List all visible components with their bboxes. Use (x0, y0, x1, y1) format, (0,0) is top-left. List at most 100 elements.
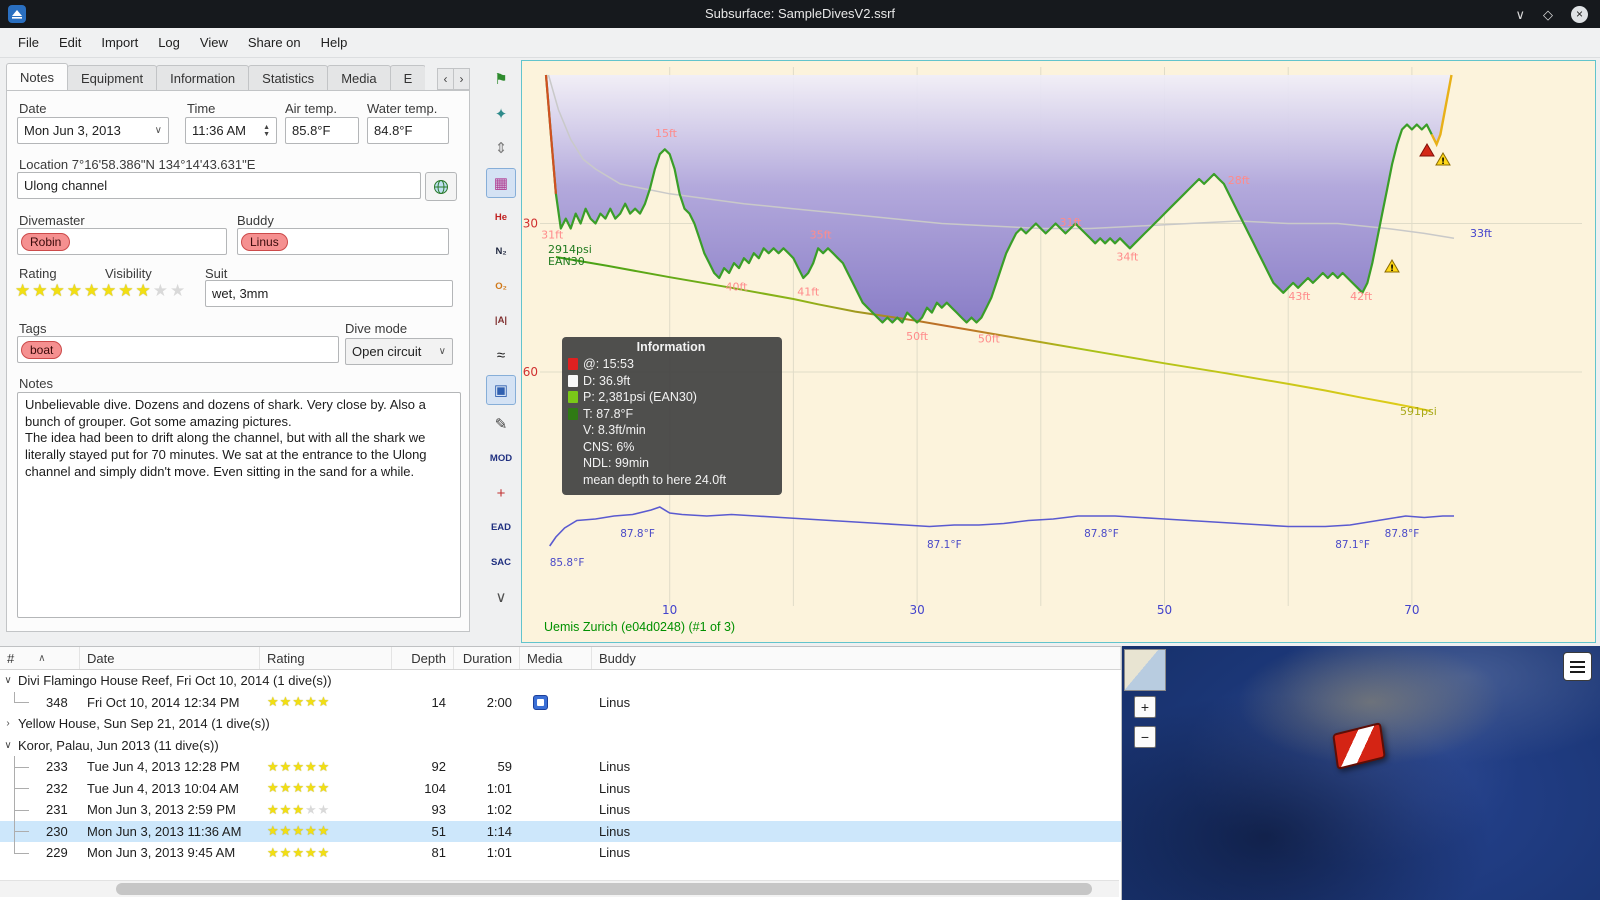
column-header-num[interactable]: # ∧ (0, 647, 80, 669)
column-header-buddy[interactable]: Buddy (592, 647, 1121, 669)
dive-mode-select[interactable]: Open circuit ∨ (345, 338, 453, 365)
dive-row[interactable]: 348 Fri Oct 10, 2014 12:34 PM ★ ★ ★ ★ ★ 14 2:00 L… (0, 691, 1121, 714)
divemaster-input[interactable]: Robin (17, 228, 227, 255)
tab-scroll-left-icon[interactable]: ‹ (437, 68, 454, 90)
buddy-input[interactable]: Linus (237, 228, 449, 255)
dive-row[interactable]: 233 Tue Jun 4, 2013 12:28 PM ★ ★ ★ ★ ★ 92 59 Linu… (0, 756, 1121, 778)
ruler-icon[interactable]: ✎ (486, 409, 516, 439)
time-spinner[interactable]: 11:36 AM ▲ ▼ (185, 117, 277, 144)
tab-e[interactable]: E (389, 65, 426, 91)
sac-icon[interactable]: SAC (486, 547, 516, 577)
dive-site-flag-marker[interactable] (1332, 722, 1386, 770)
column-header-media[interactable]: Media (520, 647, 592, 669)
column-header-depth[interactable]: Depth (392, 647, 454, 669)
tab-information[interactable]: Information (156, 65, 250, 91)
toolbar-scroll-down-icon[interactable]: ∨ (486, 582, 516, 612)
buddy-tag[interactable]: Linus (241, 232, 288, 251)
spinner-arrows-icon[interactable]: ▲ ▼ (263, 124, 270, 138)
column-header-rating[interactable]: Rating (260, 647, 392, 669)
tag-chip[interactable]: boat (21, 340, 63, 359)
ead-icon[interactable]: EAD (486, 513, 516, 543)
globe-button[interactable] (425, 172, 457, 201)
map-zoom-in-button[interactable]: + (1134, 696, 1156, 718)
dive-row[interactable]: 231 Mon Jun 3, 2013 2:59 PM ★ ★ ★ ★ ★ 93 1:02 Lin… (0, 799, 1121, 821)
menu-file[interactable]: File (8, 30, 49, 55)
depth-label: 34ft (1116, 251, 1139, 264)
mod-icon[interactable]: MOD (486, 444, 516, 474)
temperature-label: 87.8°F (1385, 528, 1420, 540)
location-input[interactable]: Ulong channel (17, 172, 421, 199)
star-filled-icon: ★ (118, 281, 136, 300)
pp-n2-icon[interactable]: N₂ (486, 237, 516, 267)
tab-scroll-right-icon[interactable]: › (453, 68, 470, 90)
heart-rate-icon[interactable]: ≈ (486, 340, 516, 370)
info-box-line: @: 15:53 (568, 356, 774, 373)
dive-profile-panel[interactable]: 31ft 15ft 40ft 41ft 35ft 50ft 50ft 31ft 34ft 28ft… (521, 60, 1596, 643)
map-menu-button[interactable] (1563, 652, 1592, 681)
suit-input[interactable]: wet, 3mm (205, 280, 453, 307)
collapse-icon[interactable]: ∨ (0, 740, 16, 751)
pp-o2-icon[interactable]: O₂ (486, 271, 516, 301)
column-header-duration[interactable]: Duration (454, 647, 520, 669)
trip-row[interactable]: ∨ Koror, Palau, Jun 2013 (11 dive(s)) (0, 735, 1121, 757)
column-header-date[interactable]: Date (80, 647, 260, 669)
menu-edit[interactable]: Edit (49, 30, 91, 55)
notes-textarea[interactable]: Unbelievable dive. Dozens and dozens of … (17, 392, 461, 618)
dive-rating-stars: ★ ★ ★ ★ ★ (260, 780, 392, 796)
window-title: Subsurface: SampleDivesV2.ssrf (704, 6, 896, 21)
dive-site-icon[interactable]: ⚑ (486, 64, 516, 94)
scale-icon[interactable]: ⇕ (486, 133, 516, 163)
map-panel[interactable]: + − (1122, 646, 1600, 900)
star-filled-icon: ★ (267, 801, 280, 817)
air-temp-field[interactable]: 85.8°F (285, 117, 359, 144)
shade-window-icon[interactable]: ∨ (1515, 8, 1525, 21)
collapse-icon[interactable]: ∨ (0, 675, 16, 686)
tab-notes[interactable]: Notes (6, 63, 68, 91)
air-toggle-icon[interactable]: |A| (486, 306, 516, 336)
dive-mode-label: Dive mode (345, 321, 408, 336)
date-combobox[interactable]: Mon Jun 3, 2013 ∨ (17, 117, 169, 144)
tags-label: Tags (19, 321, 47, 336)
tab-media[interactable]: Media (327, 65, 391, 91)
hand-pick-icon[interactable]: ✦ (486, 99, 516, 129)
menu-help[interactable]: Help (311, 30, 358, 55)
time-label: Time (187, 101, 216, 116)
horizontal-scrollbar[interactable] (0, 880, 1119, 897)
tab-bar: Notes Equipment Information Statistics Media… (6, 63, 426, 91)
visibility-stars[interactable]: ★ ★ ★ ★ ★ (101, 281, 187, 301)
water-temp-field[interactable]: 84.8°F (367, 117, 449, 144)
photos-toggle-icon[interactable]: ▣ (486, 374, 516, 405)
menu-log[interactable]: Log (148, 30, 190, 55)
trip-row[interactable]: ∨ Divi Flamingo House Reef, Fri Oct 10, 2… (0, 670, 1121, 692)
tags-input[interactable]: boat (17, 336, 339, 363)
divemaster-tag[interactable]: Robin (21, 232, 71, 251)
expand-icon[interactable]: › (0, 718, 16, 729)
trip-row[interactable]: › Yellow House, Sun Sep 21, 2014 (1 dive(… (0, 713, 1121, 735)
map-zoom-out-button[interactable]: − (1134, 726, 1156, 748)
star-filled-icon: ★ (267, 694, 280, 710)
dive-row[interactable]: 232 Tue Jun 4, 2013 10:04 AM ★ ★ ★ ★ ★ 104 1:01 L… (0, 777, 1121, 800)
scrollbar-thumb[interactable] (116, 883, 1092, 895)
maximize-window-icon[interactable]: ◇ (1543, 8, 1553, 21)
close-window-icon[interactable]: × (1571, 5, 1588, 23)
menu-share-on[interactable]: Share on (238, 30, 311, 55)
chart-annotation: 591psi (1400, 405, 1437, 418)
rating-stars[interactable]: ★ ★ ★ ★ ★ (15, 281, 101, 301)
star-filled-icon: ★ (292, 823, 305, 839)
dive-computer-label: Uemis Zurich (e04d0248) (#1 of 3) (544, 620, 736, 634)
temperature-label: 85.8°F (550, 557, 585, 569)
dive-plan-icon[interactable]: ▦ (486, 167, 516, 198)
map-overview-thumbnail[interactable] (1124, 649, 1166, 691)
depth-label: 28ft (1228, 174, 1251, 187)
tab-equipment[interactable]: Equipment (66, 65, 158, 91)
menu-view[interactable]: View (190, 30, 238, 55)
star-filled-icon: ★ (317, 780, 331, 796)
pp-he-icon[interactable]: He (486, 202, 516, 232)
dive-row[interactable]: 230 Mon Jun 3, 2013 11:36 AM ★ ★ ★ ★ ★ 51 1:14 Li… (0, 820, 1121, 842)
deco-person-icon[interactable]: + (486, 478, 516, 508)
temperature-label: 87.1°F (927, 539, 962, 551)
menu-import[interactable]: Import (91, 30, 148, 55)
tab-statistics[interactable]: Statistics (248, 65, 329, 91)
dive-row[interactable]: 229 Mon Jun 3, 2013 9:45 AM ★ ★ ★ ★ ★ 81 1:01 Lin… (0, 842, 1121, 864)
profile-info-box[interactable]: Information @: 15:53 D: 36.9ft P: 2,381psi… (562, 337, 782, 495)
